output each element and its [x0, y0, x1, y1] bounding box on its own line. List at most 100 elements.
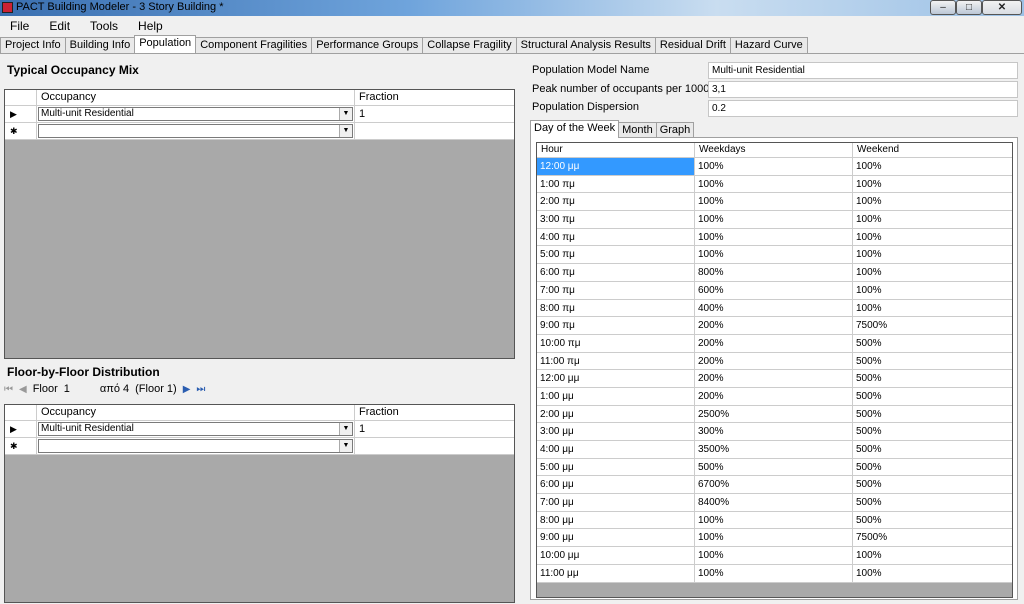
weekend-cell[interactable]: 7500% [853, 529, 1012, 546]
weekend-cell[interactable]: 100% [853, 176, 1012, 193]
table-row[interactable]: 8:00 μμ 100% 500% [537, 511, 1012, 530]
table-row[interactable]: 12:00 μμ 100% 100% [537, 158, 1012, 176]
table-row[interactable]: 9:00 πμ 200% 7500% [537, 317, 1012, 335]
tab-population[interactable]: Population [134, 35, 197, 53]
weekdays-cell[interactable]: 500% [695, 458, 853, 476]
hour-cell[interactable]: 8:00 πμ [537, 299, 695, 317]
weekdays-cell[interactable]: 600% [695, 281, 853, 299]
weekend-cell[interactable]: 500% [853, 423, 1012, 440]
table-row[interactable]: 12:00 μμ 200% 500% [537, 370, 1012, 388]
occupancy-column-header[interactable]: Occupancy [37, 405, 355, 420]
weekend-cell[interactable]: 100% [853, 282, 1012, 299]
weekend-cell[interactable]: 500% [853, 406, 1012, 423]
weekdays-cell[interactable]: 8400% [695, 494, 853, 511]
hour-cell[interactable]: 12:00 μμ [537, 158, 695, 175]
occupancy-select[interactable]: Multi-unit Residential ▼ [38, 422, 353, 436]
fraction-column-header[interactable]: Fraction [355, 90, 514, 105]
hour-cell[interactable]: 2:00 μμ [537, 405, 695, 423]
weekend-cell[interactable]: 500% [853, 512, 1012, 529]
hour-cell[interactable]: 5:00 πμ [537, 246, 695, 264]
hour-cell[interactable]: 3:00 μμ [537, 423, 695, 440]
population-dispersion-input[interactable]: 0.2 [708, 100, 1018, 117]
tab-day-of-the-week[interactable]: Day of the Week [530, 120, 620, 138]
table-row[interactable]: 1:00 μμ 200% 500% [537, 387, 1012, 406]
hour-cell[interactable]: 7:00 μμ [537, 494, 695, 511]
weekend-cell[interactable]: 100% [853, 229, 1012, 246]
chevron-down-icon[interactable]: ▼ [339, 108, 352, 120]
weekend-cell[interactable]: 100% [853, 565, 1012, 582]
hour-cell[interactable]: 1:00 μμ [537, 387, 695, 405]
menu-edit[interactable]: Edit [39, 19, 80, 33]
weekdays-cell[interactable]: 100% [695, 158, 853, 175]
fraction-cell-new[interactable] [355, 123, 514, 139]
weekend-cell[interactable]: 7500% [853, 317, 1012, 334]
previous-record-icon[interactable]: ◀ [19, 384, 27, 395]
weekdays-cell[interactable]: 100% [695, 175, 853, 193]
hour-cell[interactable]: 9:00 μμ [537, 529, 695, 547]
weekend-cell[interactable]: 100% [853, 264, 1012, 281]
weekend-column-header[interactable]: Weekend [853, 143, 1012, 157]
weekend-cell[interactable]: 500% [853, 476, 1012, 493]
tab-graph[interactable]: Graph [655, 122, 695, 138]
weekend-cell[interactable]: 100% [853, 246, 1012, 263]
maximize-button[interactable]: □ [956, 0, 982, 15]
last-record-icon[interactable]: ⏭ [196, 384, 205, 395]
minimize-button[interactable]: – [930, 0, 956, 15]
weekdays-column-header[interactable]: Weekdays [695, 143, 853, 157]
occupancy-column-header[interactable]: Occupancy [37, 90, 355, 105]
chevron-down-icon[interactable]: ▼ [339, 423, 352, 435]
tab-hazard-curve[interactable]: Hazard Curve [729, 37, 808, 53]
table-row[interactable]: 5:00 μμ 500% 500% [537, 458, 1012, 477]
weekend-cell[interactable]: 500% [853, 459, 1012, 476]
population-model-name-input[interactable]: Multi-unit Residential [708, 62, 1018, 79]
tab-performance-groups[interactable]: Performance Groups [311, 37, 424, 53]
weekdays-cell[interactable]: 100% [695, 529, 853, 547]
next-record-icon[interactable]: ▶ [183, 384, 191, 395]
weekend-cell[interactable]: 100% [853, 300, 1012, 317]
hour-cell[interactable]: 4:00 πμ [537, 228, 695, 246]
fraction-column-header[interactable]: Fraction [355, 405, 514, 420]
weekdays-cell[interactable]: 100% [695, 564, 853, 582]
weekend-cell[interactable]: 500% [853, 494, 1012, 511]
fraction-cell[interactable]: 1 [355, 421, 514, 437]
weekend-cell[interactable]: 100% [853, 193, 1012, 210]
table-row[interactable]: 3:00 μμ 300% 500% [537, 423, 1012, 441]
occupancy-select-new[interactable]: ▼ [38, 124, 353, 138]
table-row[interactable]: 11:00 πμ 200% 500% [537, 352, 1012, 371]
tab-project-info[interactable]: Project Info [0, 37, 66, 53]
weekdays-cell[interactable]: 100% [695, 547, 853, 564]
weekdays-cell[interactable]: 300% [695, 423, 853, 440]
weekend-cell[interactable]: 500% [853, 335, 1012, 352]
tab-residual-drift[interactable]: Residual Drift [654, 37, 731, 53]
peak-occupants-input[interactable]: 3,1 [708, 81, 1018, 98]
table-row[interactable]: 7:00 μμ 8400% 500% [537, 494, 1012, 512]
table-row[interactable]: 8:00 πμ 400% 100% [537, 299, 1012, 318]
table-row[interactable]: 2:00 πμ 100% 100% [537, 193, 1012, 212]
tab-component-fragilities[interactable]: Component Fragilities [195, 37, 313, 53]
weekdays-cell[interactable]: 6700% [695, 476, 853, 494]
hour-cell[interactable]: 6:00 πμ [537, 264, 695, 281]
occupancy-select[interactable]: Multi-unit Residential ▼ [38, 107, 353, 121]
table-row[interactable]: 3:00 πμ 100% 100% [537, 211, 1012, 229]
weekend-cell[interactable]: 500% [853, 353, 1012, 370]
table-row[interactable]: 10:00 μμ 100% 100% [537, 547, 1012, 565]
menu-file[interactable]: File [0, 19, 39, 33]
hour-cell[interactable]: 1:00 πμ [537, 175, 695, 193]
menu-help[interactable]: Help [128, 19, 173, 33]
current-row-icon[interactable]: ▶ [5, 106, 37, 122]
hour-cell[interactable]: 8:00 μμ [537, 511, 695, 529]
weekdays-cell[interactable]: 100% [695, 228, 853, 246]
weekdays-cell[interactable]: 2500% [695, 405, 853, 423]
floor-position-input[interactable]: 1 [64, 383, 70, 395]
hour-cell[interactable]: 7:00 πμ [537, 281, 695, 299]
weekdays-cell[interactable]: 100% [695, 193, 853, 211]
hour-cell[interactable]: 6:00 μμ [537, 476, 695, 494]
fraction-cell[interactable]: 1 [355, 106, 514, 122]
occupancy-select-new[interactable]: ▼ [38, 439, 353, 453]
hour-cell[interactable]: 2:00 πμ [537, 193, 695, 211]
table-row[interactable]: 10:00 πμ 200% 500% [537, 334, 1012, 353]
table-row[interactable]: 7:00 πμ 600% 100% [537, 281, 1012, 300]
weekend-cell[interactable]: 500% [853, 441, 1012, 458]
weekend-cell[interactable]: 100% [853, 211, 1012, 228]
table-row[interactable]: 2:00 μμ 2500% 500% [537, 405, 1012, 424]
